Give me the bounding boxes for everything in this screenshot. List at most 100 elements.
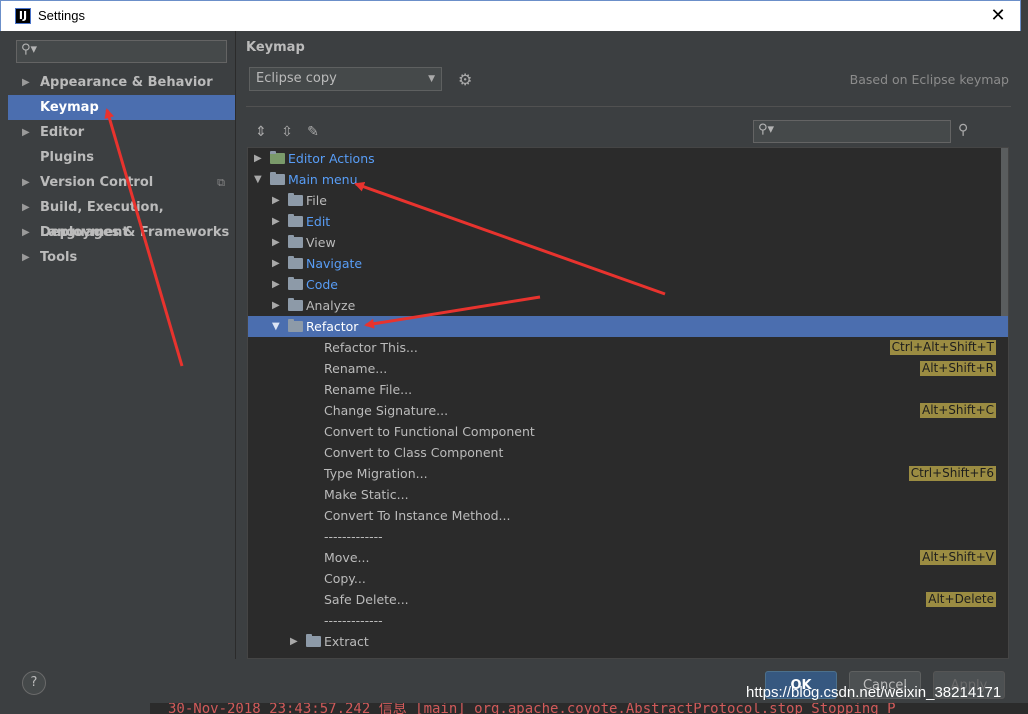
chevron-right-icon[interactable]: ▶	[272, 253, 280, 274]
folder-icon	[306, 634, 321, 647]
action-group-row[interactable]: ▶ Navigate	[248, 253, 1008, 274]
window-title-bar: IJ Settings ✕	[0, 0, 1021, 31]
based-on-label: Based on Eclipse keymap	[849, 72, 1009, 87]
action-row[interactable]: Refactor This... Ctrl+Alt+Shift+T	[248, 337, 1008, 358]
page-title: Keymap	[246, 40, 305, 55]
action-row[interactable]: Safe Delete... Alt+Delete	[248, 589, 1008, 610]
background-ide-left	[0, 31, 8, 714]
expand-all-icon[interactable]: ⇕	[252, 123, 270, 141]
action-label: Code	[306, 277, 339, 292]
gear-icon[interactable]: ⚙	[458, 70, 472, 89]
action-row[interactable]: Rename... Alt+Shift+R	[248, 358, 1008, 379]
sidebar-item-version-control[interactable]: ▶ Version Control ⧉	[8, 170, 235, 195]
settings-search-input[interactable]: ⚲▾	[16, 40, 227, 63]
shortcut-badge: Alt+Shift+V	[920, 550, 996, 565]
sidebar-item-label: Editor	[40, 125, 85, 140]
shortcut-badge: Alt+Shift+C	[919, 403, 996, 418]
divider	[246, 106, 1011, 107]
chevron-right-icon[interactable]: ▶	[22, 170, 30, 195]
action-label: Edit	[306, 214, 331, 229]
action-group-row[interactable]: ▶ File	[248, 190, 1008, 211]
action-label: Editor Actions	[288, 151, 375, 166]
chevron-right-icon[interactable]: ▶	[272, 232, 280, 253]
chevron-right-icon[interactable]: ▶	[254, 148, 262, 169]
sidebar-item-build-execution-deployment[interactable]: ▶ Build, Execution, Deployment	[8, 195, 235, 240]
action-label: Convert To Instance Method...	[324, 508, 511, 523]
chevron-right-icon[interactable]: ▶	[272, 190, 280, 211]
action-group-row[interactable]: ▶ Edit	[248, 211, 1008, 232]
chevron-down-icon[interactable]: ▼	[272, 316, 280, 337]
tree-scrollbar[interactable]	[1001, 148, 1008, 316]
folder-icon	[288, 214, 303, 227]
action-label: Change Signature...	[324, 403, 449, 418]
keymap-select-value: Eclipse copy	[256, 71, 337, 86]
chevron-right-icon[interactable]: ▶	[272, 274, 280, 295]
action-row[interactable]: -------------	[248, 526, 1008, 547]
sidebar-item-tools[interactable]: ▶ Tools	[8, 245, 235, 270]
panel-divider	[235, 31, 236, 659]
close-window-icon[interactable]: ✕	[984, 3, 1012, 29]
settings-dialog: ⚲▾ ▶ Appearance & Behavior Keymap ▶ Editor Pl…	[8, 31, 1021, 714]
collapse-all-icon[interactable]: ⇳	[278, 123, 296, 141]
action-group-row[interactable]: ▶ Analyze	[248, 295, 1008, 316]
shortcut-badge: Alt+Shift+R	[920, 361, 996, 376]
window-title: Settings	[38, 8, 85, 23]
action-group-row[interactable]: ▼ Refactor	[248, 316, 1008, 337]
action-row[interactable]: Move... Alt+Shift+V	[248, 547, 1008, 568]
folder-icon	[288, 256, 303, 269]
sidebar-item-label: Plugins	[40, 150, 94, 165]
action-group-row[interactable]: ▼ Main menu	[248, 169, 1008, 190]
sidebar-item-keymap[interactable]: Keymap	[8, 95, 235, 120]
folder-icon	[288, 319, 303, 332]
sidebar-item-editor[interactable]: ▶ Editor	[8, 120, 235, 145]
action-row[interactable]: Make Static...	[248, 484, 1008, 505]
action-group-row[interactable]: ▶ Extract	[248, 631, 1008, 652]
action-row[interactable]: Type Migration... Ctrl+Shift+F6	[248, 463, 1008, 484]
chevron-right-icon[interactable]: ▶	[290, 631, 298, 652]
chevron-right-icon[interactable]: ▶	[22, 195, 30, 220]
folder-icon	[288, 277, 303, 290]
background-ide-right	[1021, 0, 1028, 714]
action-group-row[interactable]: ▶ Editor Actions	[248, 148, 1008, 169]
sidebar-item-plugins[interactable]: Plugins	[8, 145, 235, 170]
chevron-down-icon[interactable]: ▼	[254, 169, 262, 190]
action-group-row[interactable]: ▶ View	[248, 232, 1008, 253]
action-label: View	[306, 235, 336, 250]
action-label: Convert to Functional Component	[324, 424, 535, 439]
shortcut-badge: Alt+Delete	[926, 592, 996, 607]
folder-icon	[288, 298, 303, 311]
help-button[interactable]: ?	[22, 671, 46, 695]
action-row[interactable]: Convert to Functional Component	[248, 421, 1008, 442]
keymap-action-tree[interactable]: ▶ Editor Actions ▼ Main menu ▶ File ▶ Edit ▶ View…	[247, 147, 1009, 659]
find-by-shortcut-icon[interactable]: ⚲	[958, 122, 968, 138]
action-row[interactable]: Convert to Class Component	[248, 442, 1008, 463]
chevron-right-icon[interactable]: ▶	[22, 245, 30, 270]
search-icon: ⚲▾	[758, 122, 775, 137]
action-group-row[interactable]: ▶ Code	[248, 274, 1008, 295]
action-label: Refactor	[306, 319, 359, 334]
chevron-right-icon[interactable]: ▶	[22, 70, 30, 95]
sidebar-item-label: Tools	[40, 250, 78, 265]
sidebar-item-languages-frameworks[interactable]: ▶ Languages & Frameworks	[8, 220, 235, 245]
action-label: Rename File...	[324, 382, 413, 397]
edit-shortcut-icon[interactable]: ✎	[304, 123, 322, 141]
action-label: Make Static...	[324, 487, 409, 502]
chevron-right-icon[interactable]: ▶	[272, 211, 280, 232]
chevron-right-icon[interactable]: ▶	[22, 120, 30, 145]
action-label: File	[306, 193, 327, 208]
sidebar-item-appearance-behavior[interactable]: ▶ Appearance & Behavior	[8, 70, 235, 95]
keymap-select[interactable]: Eclipse copy ▼	[249, 67, 442, 91]
action-label: Move...	[324, 550, 370, 565]
chevron-right-icon[interactable]: ▶	[22, 220, 30, 245]
chevron-down-icon: ▼	[428, 74, 435, 84]
main-menu-icon	[270, 172, 285, 185]
action-row[interactable]: Copy...	[248, 568, 1008, 589]
chevron-right-icon[interactable]: ▶	[272, 295, 280, 316]
action-row[interactable]: -------------	[248, 610, 1008, 631]
sidebar-item-label: Appearance & Behavior	[40, 75, 213, 90]
search-icon: ⚲▾	[21, 42, 38, 57]
action-row[interactable]: Rename File...	[248, 379, 1008, 400]
action-row[interactable]: Change Signature... Alt+Shift+C	[248, 400, 1008, 421]
action-search-input[interactable]: ⚲▾	[753, 120, 951, 143]
action-row[interactable]: Convert To Instance Method...	[248, 505, 1008, 526]
